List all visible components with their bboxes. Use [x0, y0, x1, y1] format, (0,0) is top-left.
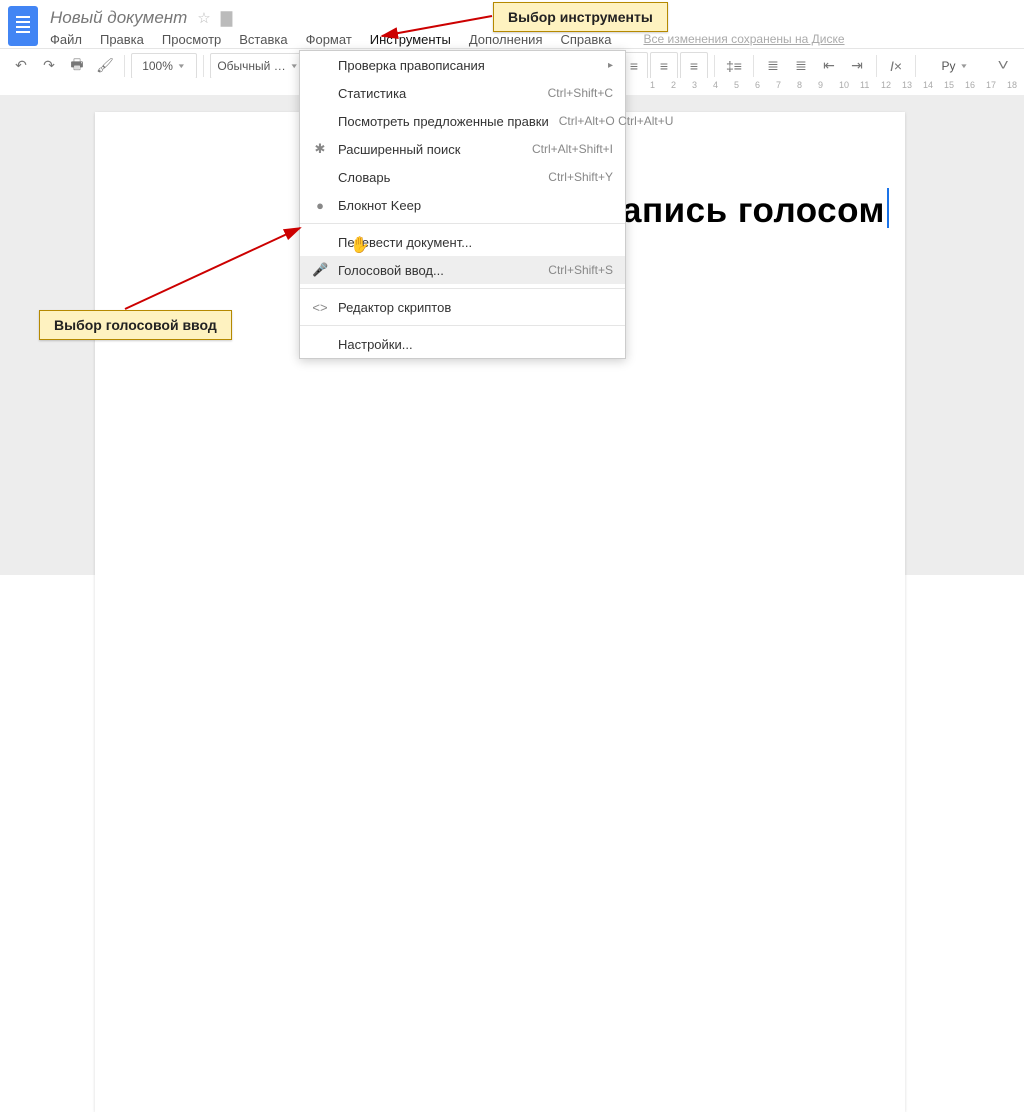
menu-item-shortcut: Ctrl+Shift+C — [548, 86, 613, 100]
dropdown-item-7[interactable]: Перевести документ... — [300, 228, 625, 256]
menu-insert[interactable]: Вставка — [239, 32, 287, 47]
ruler-tick: 18 — [1007, 80, 1017, 90]
menu-item-shortcut: Ctrl+Shift+Y — [548, 170, 613, 184]
ruler-tick: 1 — [650, 80, 655, 90]
separator — [714, 55, 715, 77]
indent-increase-button[interactable]: ⇥ — [844, 53, 870, 79]
dropdown-item-8[interactable]: 🎤 Голосовой ввод... Ctrl+Shift+S — [300, 256, 625, 284]
dropdown-separator — [300, 223, 625, 224]
zoom-select[interactable]: 100%▼ — [131, 53, 197, 79]
menu-item-label: Голосовой ввод... — [338, 263, 444, 278]
menu-addons[interactable]: Дополнения — [469, 32, 543, 47]
style-value: Обычный … — [217, 59, 285, 73]
ruler-tick: 12 — [881, 80, 891, 90]
tools-dropdown: Проверка правописания ▸ Статистика Ctrl+Shi… — [299, 50, 626, 359]
menu-edit[interactable]: Правка — [100, 32, 144, 47]
separator — [915, 55, 916, 77]
redo-button[interactable]: ↷ — [36, 53, 62, 79]
numbered-list-button[interactable]: ≣ — [760, 53, 786, 79]
menu-item-label: Проверка правописания — [338, 58, 485, 73]
menu-item-label: Статистика — [338, 86, 406, 101]
docs-logo-icon[interactable] — [8, 6, 38, 46]
save-status[interactable]: Все изменения сохранены на Диске — [643, 32, 844, 47]
document-body-text[interactable]: апись голосом — [622, 188, 889, 231]
paint-format-button[interactable]: 🖌 — [92, 53, 118, 79]
menubar: Файл Правка Просмотр Вставка Формат Инст… — [50, 32, 1016, 47]
dropdown-separator — [300, 288, 625, 289]
menu-tools[interactable]: Инструменты — [370, 32, 451, 47]
separator — [203, 55, 204, 77]
menu-item-label: Расширенный поиск — [338, 142, 460, 157]
menu-item-icon: ● — [312, 198, 328, 213]
menu-item-shortcut: Ctrl+Alt+Shift+I — [532, 142, 613, 156]
separator — [124, 55, 125, 77]
menu-item-icon: 🎤 — [312, 262, 328, 278]
text-caret — [887, 188, 889, 228]
separator — [876, 55, 877, 77]
menu-item-label: Настройки... — [338, 337, 413, 352]
ruler-tick: 11 — [860, 80, 869, 90]
star-icon[interactable]: ☆ — [197, 9, 210, 27]
menu-item-shortcut: Ctrl+Alt+O Ctrl+Alt+U — [559, 114, 674, 128]
toolbar-overflow-button[interactable]: ᐯ — [990, 53, 1016, 79]
ruler-tick: 4 — [713, 80, 718, 90]
menu-item-label: Словарь — [338, 170, 390, 185]
menu-view[interactable]: Просмотр — [162, 32, 221, 47]
typed-text: апись голосом — [622, 191, 885, 230]
document-title[interactable]: Новый документ — [50, 8, 187, 28]
align-justify-button[interactable]: ≡ — [680, 52, 708, 80]
menu-format[interactable]: Формат — [306, 32, 352, 47]
ruler-tick: 16 — [965, 80, 975, 90]
ruler-tick: 7 — [776, 80, 781, 90]
dropdown-item-2[interactable]: Посмотреть предложенные правкиCtrl+Alt+O… — [300, 107, 625, 135]
ruler-tick: 13 — [902, 80, 912, 90]
dropdown-item-5[interactable]: ● Блокнот Keep — [300, 191, 625, 219]
ruler-tick: 17 — [986, 80, 996, 90]
ruler-tick: 10 — [839, 80, 849, 90]
align-right-button[interactable]: ≡ — [650, 52, 678, 80]
ruler-tick: 9 — [818, 80, 823, 90]
bulleted-list-button[interactable]: ≣ — [788, 53, 814, 79]
dropdown-item-10[interactable]: <> Редактор скриптов — [300, 293, 625, 321]
ruler-tick: 6 — [755, 80, 760, 90]
ruler-tick: 8 — [797, 80, 802, 90]
separator — [753, 55, 754, 77]
undo-button[interactable]: ↶ — [8, 53, 34, 79]
dropdown-item-3[interactable]: ✱ Расширенный поиск Ctrl+Alt+Shift+I — [300, 135, 625, 163]
ruler-tick: 2 — [671, 80, 676, 90]
dropdown-item-1[interactable]: Статистика Ctrl+Shift+C — [300, 79, 625, 107]
style-select[interactable]: Обычный …▼ — [210, 53, 306, 79]
menu-item-icon: <> — [312, 300, 328, 315]
ruler-tick: 15 — [944, 80, 954, 90]
submenu-arrow-icon: ▸ — [608, 60, 613, 71]
dropdown-item-0[interactable]: Проверка правописания ▸ — [300, 51, 625, 79]
menu-item-label: Редактор скриптов — [338, 300, 451, 315]
print-button[interactable]: 🖶 — [64, 53, 90, 79]
menu-file[interactable]: Файл — [50, 32, 82, 47]
menu-item-label: Посмотреть предложенные правки — [338, 114, 549, 129]
zoom-value: 100% — [142, 59, 173, 73]
callout-top: Выбор инструменты — [493, 2, 668, 32]
dropdown-item-4[interactable]: Словарь Ctrl+Shift+Y — [300, 163, 625, 191]
menu-item-icon: ✱ — [312, 141, 328, 157]
folder-icon[interactable]: ▇ — [221, 9, 233, 27]
dropdown-separator — [300, 325, 625, 326]
input-tools-button[interactable]: Ру ▼ — [922, 53, 988, 79]
line-spacing-button[interactable]: ‡≡ — [721, 53, 747, 79]
callout-left: Выбор голосовой ввод — [39, 310, 232, 340]
clear-format-button[interactable]: I× — [883, 53, 909, 79]
mouse-cursor-icon: ✋ — [350, 235, 370, 255]
indent-decrease-button[interactable]: ⇤ — [816, 53, 842, 79]
ruler-tick: 14 — [923, 80, 933, 90]
menu-item-label: Блокнот Keep — [338, 198, 421, 213]
ruler-tick: 5 — [734, 80, 739, 90]
dropdown-item-12[interactable]: Настройки... — [300, 330, 625, 358]
menu-help[interactable]: Справка — [560, 32, 611, 47]
ruler-tick: 3 — [692, 80, 697, 90]
menu-item-shortcut: Ctrl+Shift+S — [548, 263, 613, 277]
